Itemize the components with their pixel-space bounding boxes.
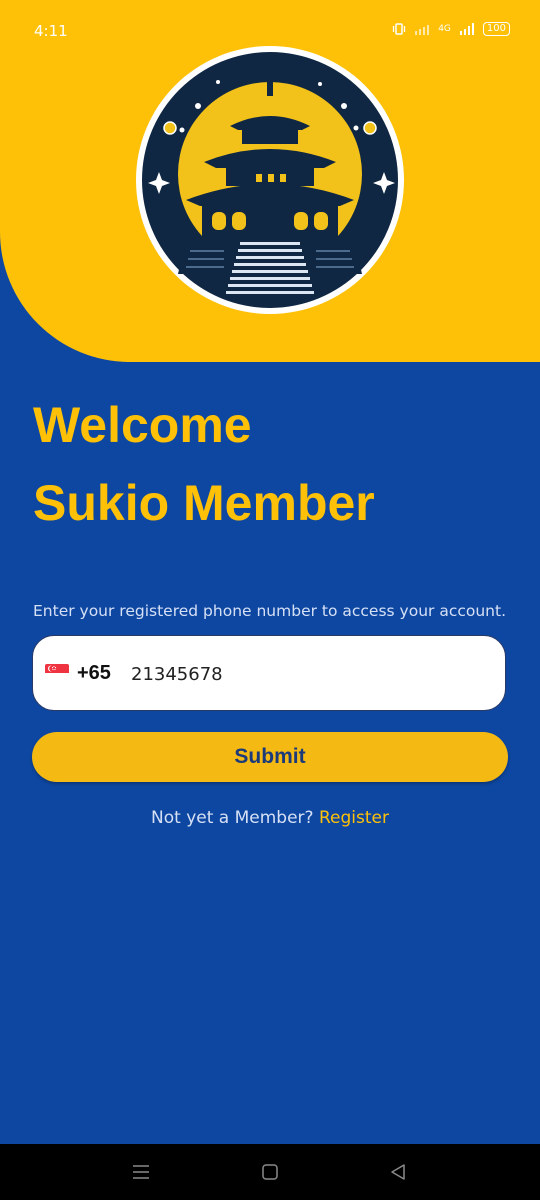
home-square-icon[interactable] — [258, 1160, 282, 1184]
battery-icon: 100 — [482, 22, 510, 36]
status-icons: 4G 100 — [392, 22, 510, 36]
register-link[interactable]: Register — [319, 808, 389, 828]
welcome-heading: Welcome — [33, 397, 252, 453]
register-prompt-text: Not yet a Member? — [151, 808, 314, 828]
temple-logo-icon — [136, 46, 404, 314]
network-type-label: 4G — [438, 24, 451, 34]
menu-icon[interactable] — [129, 1160, 153, 1184]
signal-strong-icon — [459, 23, 474, 35]
signal-weak-icon — [415, 25, 430, 35]
phone-input-container[interactable]: +65 — [32, 635, 506, 711]
register-line: Not yet a Member? Register — [0, 808, 540, 828]
phone-number-input[interactable] — [131, 656, 491, 692]
status-time: 4:11 — [34, 22, 68, 40]
country-code-selector[interactable]: +65 — [77, 662, 111, 685]
vibrate-icon — [393, 23, 406, 35]
back-triangle-icon[interactable] — [386, 1160, 410, 1184]
system-navigation-bar — [0, 1144, 540, 1200]
phone-instruction-text: Enter your registered phone number to ac… — [33, 602, 506, 620]
member-heading: Sukio Member — [33, 475, 375, 531]
singapore-flag-icon[interactable] — [45, 664, 69, 682]
submit-button[interactable]: Submit — [32, 732, 508, 782]
